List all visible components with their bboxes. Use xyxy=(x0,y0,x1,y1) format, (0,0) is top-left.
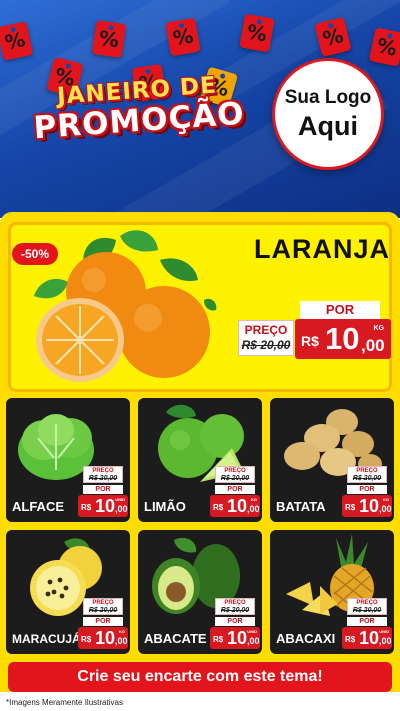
product-price-tag: PREÇO R$ 20,00 POR R$ 10 ,00 KG xyxy=(210,466,260,518)
product-name: ALFACE xyxy=(12,499,64,514)
currency-symbol: R$ xyxy=(81,503,92,512)
price-unit: UNID xyxy=(379,629,389,634)
por-label: POR xyxy=(347,485,387,494)
product-name: ABACAXI xyxy=(276,631,336,646)
old-price-box: PREÇO R$ 20,00 xyxy=(347,598,387,615)
logo-placeholder: Sua Logo Aqui xyxy=(272,58,384,170)
old-price-box: PREÇO R$ 20,00 xyxy=(83,598,123,615)
price-unit: UNID xyxy=(247,629,257,634)
logo-text-line2: Aqui xyxy=(298,110,358,141)
price-cents: ,00 xyxy=(361,336,385,355)
old-price: R$ 20,00 xyxy=(220,607,250,614)
preco-label: PREÇO xyxy=(224,468,246,474)
old-price-box: PREÇO R$ 20,00 xyxy=(215,466,255,483)
percent-tag-icon: % xyxy=(368,27,400,67)
price-unit: UNID xyxy=(115,497,125,502)
preco-label: PREÇO xyxy=(356,600,378,606)
old-price: R$ 20,00 xyxy=(352,475,382,482)
por-label: POR xyxy=(83,617,123,626)
percent-tag-icon: % xyxy=(239,13,275,53)
percent-tag-icon: % xyxy=(165,17,201,57)
preco-label: PREÇO xyxy=(92,468,114,474)
por-label: POR xyxy=(347,617,387,626)
por-label: POR xyxy=(300,301,380,319)
por-label: POR xyxy=(215,485,255,494)
product-price-tag: PREÇO R$ 20,00 POR R$ 10 ,00 UNID xyxy=(78,466,128,518)
preco-label: PREÇO xyxy=(244,323,288,337)
por-label: POR xyxy=(83,485,123,494)
currency-symbol: R$ xyxy=(81,635,92,644)
price-integer: 10 xyxy=(95,496,116,516)
price-cents: ,00 xyxy=(379,636,392,646)
price-cents: ,00 xyxy=(379,504,392,514)
currency-symbol: R$ xyxy=(213,635,224,644)
product-price-tag: PREÇO R$ 20,00 POR R$ 10 ,00 UNID xyxy=(210,598,260,650)
price-unit: KG xyxy=(373,325,385,332)
old-price: R$ 20,00 xyxy=(220,475,250,482)
product-price-tag: PREÇO R$ 20,00 POR R$ 10 ,00 UNID xyxy=(342,598,392,650)
new-price: R$ 10 ,00 UNID xyxy=(342,627,392,649)
price-integer: 10 xyxy=(95,628,116,648)
price-unit: KG xyxy=(383,497,389,502)
product-card-batata: BATATA PREÇO R$ 20,00 POR R$ 10 ,00 KG xyxy=(270,398,394,522)
product-card-limao: LIMÃO PREÇO R$ 20,00 POR R$ 10 ,00 KG xyxy=(138,398,262,522)
new-price: R$ 10 ,00 KG xyxy=(78,627,128,649)
currency-symbol: R$ xyxy=(345,635,356,644)
preco-label: PREÇO xyxy=(224,600,246,606)
new-price: R$ 10 ,00 UNID xyxy=(78,495,128,517)
illustrative-images-disclaimer: *Imagens Meramente Ilustrativas xyxy=(6,698,123,707)
featured-price-tag: POR PREÇO R$ 20,00 R$ 10 ,00 KG xyxy=(238,301,392,361)
currency-symbol: R$ xyxy=(301,333,319,349)
percent-tag-icon: % xyxy=(91,20,127,58)
product-card-maracuja: MARACUJÁ PREÇO R$ 20,00 POR R$ 10 ,00 KG xyxy=(6,530,130,654)
old-price-box: PREÇO R$ 20,00 xyxy=(347,466,387,483)
discount-badge: -50% xyxy=(12,243,58,265)
product-card-alface: ALFACE PREÇO R$ 20,00 POR R$ 10 ,00 UNID xyxy=(6,398,130,522)
product-price-tag: PREÇO R$ 20,00 POR R$ 10 ,00 KG xyxy=(342,466,392,518)
old-price-box: PREÇO R$ 20,00 xyxy=(83,466,123,483)
percent-tag-icon: % xyxy=(0,21,34,61)
price-cents: ,00 xyxy=(247,636,260,646)
price-cents: ,00 xyxy=(115,636,128,646)
currency-symbol: R$ xyxy=(213,503,224,512)
price-integer: 10 xyxy=(359,628,380,648)
old-price: R$ 20,00 xyxy=(241,338,291,352)
new-price: R$ 10 ,00 KG xyxy=(210,495,260,517)
por-label: POR xyxy=(215,617,255,626)
old-price-box: PREÇO R$ 20,00 xyxy=(215,598,255,615)
new-price: R$ 10 ,00 KG xyxy=(342,495,392,517)
preco-label: PREÇO xyxy=(92,600,114,606)
old-price: R$ 20,00 xyxy=(352,607,382,614)
create-flyer-button[interactable]: Crie seu encarte com este tema! xyxy=(8,662,392,692)
price-unit: KG xyxy=(251,497,257,502)
old-price: R$ 20,00 xyxy=(88,607,118,614)
preco-label: PREÇO xyxy=(356,468,378,474)
old-price: R$ 20,00 xyxy=(88,475,118,482)
price-unit: KG xyxy=(119,629,125,634)
new-price: R$ 10 ,00 UNID xyxy=(210,627,260,649)
price-integer: 10 xyxy=(359,496,380,516)
featured-product-name: LARANJA xyxy=(253,234,390,264)
price-integer: 10 xyxy=(227,628,248,648)
new-price: R$ 10 ,00 KG xyxy=(295,319,391,359)
product-card-abacate: ABACATE PREÇO R$ 20,00 POR R$ 10 ,00 UNI… xyxy=(138,530,262,654)
promo-header: % % % % % % % % % JANEIRO DE PROMOÇÃO Su… xyxy=(0,0,400,218)
product-name: BATATA xyxy=(276,499,326,514)
logo-text-line1: Sua Logo xyxy=(284,86,372,108)
price-cents: ,00 xyxy=(247,504,260,514)
product-name: ABACATE xyxy=(144,631,207,646)
product-name: LIMÃO xyxy=(144,499,186,514)
price-integer: 10 xyxy=(325,321,360,356)
product-price-tag: PREÇO R$ 20,00 POR R$ 10 ,00 KG xyxy=(78,598,128,650)
old-price-box: PREÇO R$ 20,00 xyxy=(238,320,294,356)
price-cents: ,00 xyxy=(115,504,128,514)
product-card-abacaxi: ABACAXI PREÇO R$ 20,00 POR R$ 10 ,00 UNI… xyxy=(270,530,394,654)
currency-symbol: R$ xyxy=(345,503,356,512)
product-name: MARACUJÁ xyxy=(12,632,81,646)
price-integer: 10 xyxy=(227,496,248,516)
